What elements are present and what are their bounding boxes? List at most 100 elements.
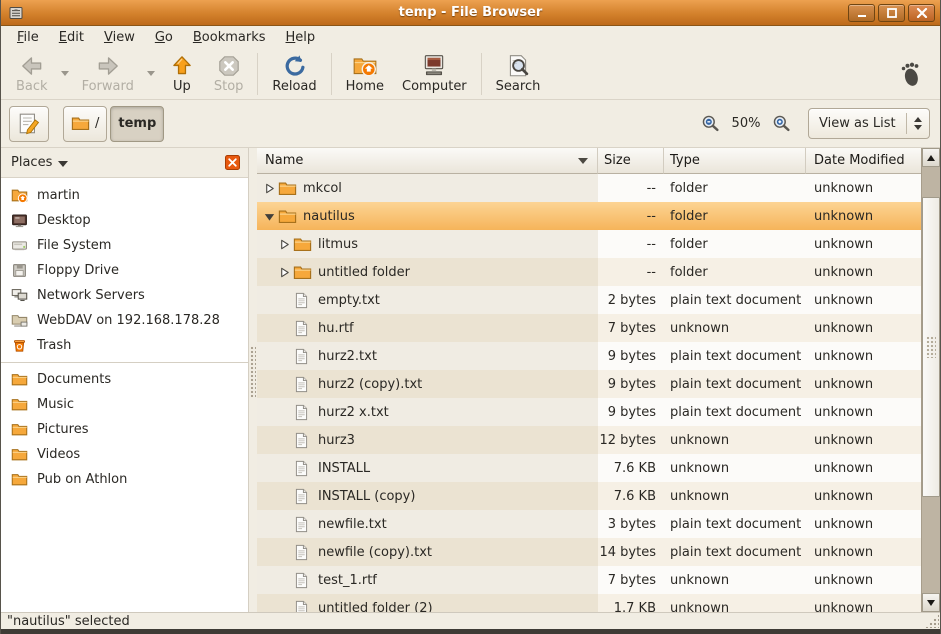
file-name: INSTALL bbox=[315, 461, 370, 476]
pane-splitter[interactable] bbox=[249, 148, 257, 612]
sidebar-close-button[interactable] bbox=[225, 155, 240, 170]
file-row-2[interactable]: litmus--folderunknown bbox=[257, 230, 921, 258]
column-header-date-modified[interactable]: Date Modified bbox=[806, 148, 921, 174]
file-row-10[interactable]: INSTALL7.6 KBunknownunknown bbox=[257, 454, 921, 482]
sidebar-item-trash[interactable]: Trash bbox=[1, 333, 248, 358]
expander-collapsed-icon[interactable] bbox=[278, 266, 293, 279]
scrollbar-track[interactable] bbox=[922, 167, 940, 593]
file-row-8[interactable]: hurz2 x.txt9 bytesplain text documentunk… bbox=[257, 398, 921, 426]
file-size: -- bbox=[598, 258, 664, 286]
toolbar-forward-history-dropdown[interactable] bbox=[143, 54, 159, 94]
reload-icon bbox=[282, 52, 308, 79]
sidebar-item-music[interactable]: Music bbox=[1, 392, 248, 417]
minimize-button[interactable] bbox=[848, 4, 875, 22]
vertical-scrollbar[interactable] bbox=[921, 148, 940, 612]
sidebar-item-floppy-drive[interactable]: Floppy Drive bbox=[1, 258, 248, 283]
file-row-1[interactable]: nautilus--folderunknown bbox=[257, 202, 921, 230]
maximize-button[interactable] bbox=[878, 4, 905, 22]
column-header-type[interactable]: Type bbox=[664, 148, 806, 174]
back-icon bbox=[19, 52, 45, 79]
sidebar-item-martin[interactable]: martin bbox=[1, 183, 248, 208]
file-row-12[interactable]: newfile.txt3 bytesplain text documentunk… bbox=[257, 510, 921, 538]
file-type: unknown bbox=[664, 566, 806, 594]
file-row-9[interactable]: hurz312 bytesunknownunknown bbox=[257, 426, 921, 454]
resize-grip[interactable] bbox=[925, 614, 939, 628]
toolbar-button-reload[interactable]: Reload bbox=[263, 50, 325, 97]
toolbar-separator bbox=[331, 53, 332, 95]
file-row-11[interactable]: INSTALL (copy)7.6 KBunknownunknown bbox=[257, 482, 921, 510]
computer-icon bbox=[421, 52, 447, 79]
scrollbar-thumb[interactable] bbox=[922, 197, 940, 497]
column-header-size[interactable]: Size bbox=[598, 148, 664, 174]
file-row-15[interactable]: untitled folder (2)1.7 KBunknownunknown bbox=[257, 594, 921, 612]
search-icon bbox=[505, 52, 531, 79]
file-type: unknown bbox=[664, 454, 806, 482]
file-row-7[interactable]: hurz2 (copy).txt9 bytesplain text docume… bbox=[257, 370, 921, 398]
sidebar-item-network-servers[interactable]: Network Servers bbox=[1, 283, 248, 308]
file-row-3[interactable]: untitled folder--folderunknown bbox=[257, 258, 921, 286]
toolbar-button-back[interactable]: Back bbox=[7, 50, 57, 97]
scroll-down-button[interactable] bbox=[922, 593, 940, 612]
sidebar-item-file-system[interactable]: File System bbox=[1, 233, 248, 258]
sidebar-item-videos[interactable]: Videos bbox=[1, 442, 248, 467]
expander-expanded-icon[interactable] bbox=[263, 210, 278, 223]
file-row-13[interactable]: newfile (copy).txt14 bytesplain text doc… bbox=[257, 538, 921, 566]
arrow-up-icon bbox=[927, 155, 935, 161]
menu-edit[interactable]: Edit bbox=[49, 28, 94, 47]
gnome-foot-throbber-icon bbox=[896, 59, 926, 89]
menu-go[interactable]: Go bbox=[145, 28, 183, 47]
menu-bookmarks[interactable]: Bookmarks bbox=[183, 28, 276, 47]
toolbar-button-stop[interactable]: Stop bbox=[205, 50, 253, 97]
file-name: litmus bbox=[315, 237, 358, 252]
zoom-in-button[interactable] bbox=[772, 114, 791, 133]
expander-collapsed-icon[interactable] bbox=[263, 182, 278, 195]
zoom-out-button[interactable] bbox=[701, 114, 720, 133]
column-header-name[interactable]: Name bbox=[257, 148, 598, 174]
file-type: plain text document bbox=[664, 342, 806, 370]
toolbar-button-forward[interactable]: Forward bbox=[73, 50, 143, 97]
sidebar-item-webdav[interactable]: WebDAV on 192.168.178.28 bbox=[1, 308, 248, 333]
titlebar[interactable]: temp - File Browser bbox=[1, 0, 940, 26]
menu-help[interactable]: Help bbox=[276, 28, 326, 47]
file-date-modified: unknown bbox=[806, 594, 921, 612]
file-name: hurz2.txt bbox=[315, 349, 377, 364]
places-header[interactable]: Places bbox=[1, 148, 248, 178]
status-text: "nautilus" selected bbox=[7, 614, 130, 629]
root-path-button[interactable]: / bbox=[63, 106, 107, 142]
edit-location-button[interactable] bbox=[9, 106, 49, 142]
file-type: unknown bbox=[664, 314, 806, 342]
close-button[interactable] bbox=[908, 4, 935, 22]
file-date-modified: unknown bbox=[806, 482, 921, 510]
combo-spin-arrows[interactable] bbox=[907, 117, 929, 130]
file-size: 9 bytes bbox=[598, 370, 664, 398]
sidebar-item-desktop[interactable]: Desktop bbox=[1, 208, 248, 233]
toolbar-button-search[interactable]: Search bbox=[487, 50, 550, 97]
view-mode-select[interactable]: View as List bbox=[808, 108, 930, 139]
toolbar-button-home[interactable]: Home bbox=[337, 50, 393, 97]
file-row-5[interactable]: hu.rtf7 bytesunknownunknown bbox=[257, 314, 921, 342]
file-row-6[interactable]: hurz2.txt9 bytesplain text documentunkno… bbox=[257, 342, 921, 370]
menu-view[interactable]: View bbox=[94, 28, 145, 47]
folder-home-icon bbox=[11, 187, 28, 204]
file-row-14[interactable]: test_1.rtf7 bytesunknownunknown bbox=[257, 566, 921, 594]
menu-file[interactable]: File bbox=[7, 28, 49, 47]
view-mode-label: View as List bbox=[809, 116, 906, 131]
toolbar-separator bbox=[481, 53, 482, 95]
sidebar-item-pictures[interactable]: Pictures bbox=[1, 417, 248, 442]
current-folder-button[interactable]: temp bbox=[110, 106, 164, 142]
file-type: plain text document bbox=[664, 510, 806, 538]
sidebar-item-pub-on-athlon[interactable]: Pub on Athlon bbox=[1, 467, 248, 492]
file-size: 7 bytes bbox=[598, 314, 664, 342]
toolbar-back-history-dropdown[interactable] bbox=[57, 54, 73, 94]
window-bottom-border bbox=[1, 629, 940, 634]
file-row-4[interactable]: empty.txt2 bytesplain text documentunkno… bbox=[257, 286, 921, 314]
toolbar-button-up[interactable]: Up bbox=[159, 50, 205, 97]
sidebar-item-documents[interactable]: Documents bbox=[1, 367, 248, 392]
expander-collapsed-icon[interactable] bbox=[278, 238, 293, 251]
status-bar: "nautilus" selected bbox=[1, 612, 940, 629]
file-icon bbox=[293, 376, 315, 393]
file-browser-window: temp - File Browser FileEditViewGoBookma… bbox=[0, 0, 941, 634]
scroll-up-button[interactable] bbox=[922, 148, 940, 167]
toolbar-button-computer[interactable]: Computer bbox=[393, 50, 476, 97]
file-row-0[interactable]: mkcol--folderunknown bbox=[257, 174, 921, 202]
